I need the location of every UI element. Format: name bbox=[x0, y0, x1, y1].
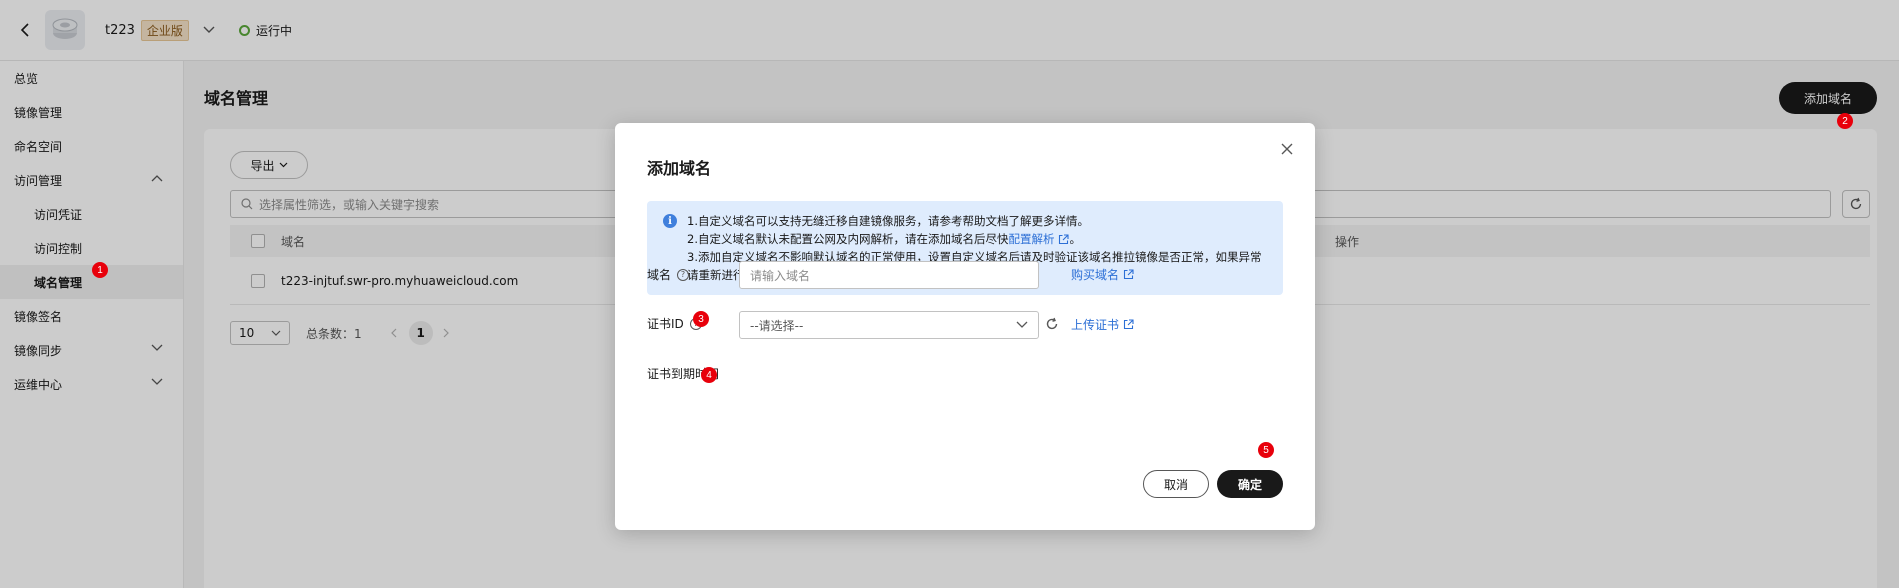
confirm-button[interactable]: 确定 bbox=[1217, 470, 1283, 498]
domain-label: 域名 ? bbox=[647, 266, 690, 283]
external-link-icon bbox=[1123, 319, 1134, 330]
step-marker-4: 4 bbox=[701, 367, 717, 383]
tip-line-2: 2.自定义域名默认未配置公网及内网解析，请在添加域名后尽快配置解析。 bbox=[687, 232, 1081, 246]
buy-domain-link[interactable]: 购买域名 bbox=[1071, 266, 1134, 283]
close-icon bbox=[1281, 143, 1293, 155]
cert-id-select[interactable]: --请选择-- bbox=[739, 311, 1039, 339]
configure-resolution-link[interactable]: 配置解析 bbox=[1008, 232, 1070, 246]
step-marker-3: 3 bbox=[693, 311, 709, 327]
upload-cert-link[interactable]: 上传证书 bbox=[1071, 316, 1134, 333]
refresh-icon bbox=[1046, 317, 1058, 330]
cancel-button[interactable]: 取消 bbox=[1143, 470, 1209, 498]
dialog-title: 添加域名 bbox=[647, 159, 712, 178]
refresh-cert-button[interactable] bbox=[1045, 317, 1059, 334]
external-link-icon bbox=[1123, 269, 1134, 280]
help-icon[interactable]: ? bbox=[677, 268, 690, 281]
chevron-down-icon bbox=[1016, 321, 1028, 328]
domain-input[interactable]: 请输入域名 bbox=[739, 261, 1039, 289]
close-button[interactable] bbox=[1279, 141, 1295, 157]
tip-line-1: 1.自定义域名可以支持无缝迁移自建镜像服务，请参考帮助文档了解更多详情。 bbox=[687, 214, 1089, 228]
external-link-icon bbox=[1059, 234, 1070, 245]
step-marker-2: 2 bbox=[1837, 113, 1853, 129]
add-domain-dialog: 添加域名 i 1.自定义域名可以支持无缝迁移自建镜像服务，请参考帮助文档了解更多… bbox=[615, 123, 1315, 530]
info-icon: i bbox=[663, 214, 677, 228]
step-marker-5: 5 bbox=[1258, 442, 1274, 458]
step-marker-1: 1 bbox=[92, 262, 108, 278]
